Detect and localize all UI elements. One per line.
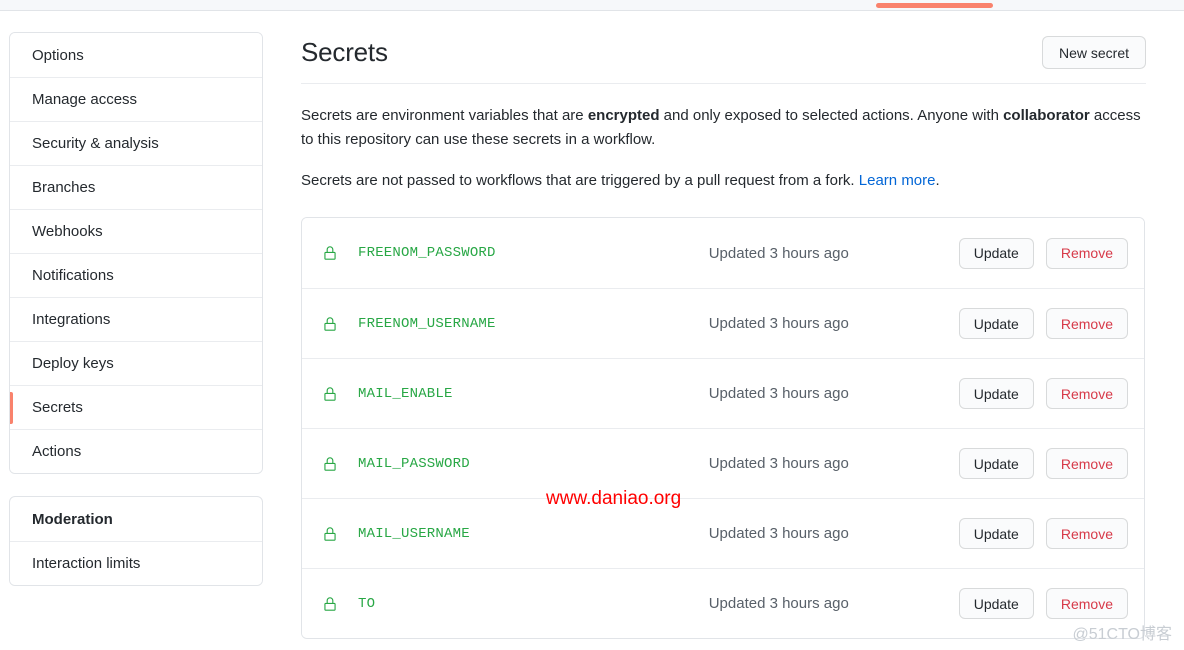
settings-sidebar: Options Manage access Security & analysis B…: [9, 32, 263, 586]
secret-updated-time: Updated 3 hours ago: [708, 244, 849, 262]
update-secret-button[interactable]: Update: [958, 448, 1034, 479]
remove-secret-button[interactable]: Remove: [1045, 308, 1128, 339]
update-secret-button[interactable]: Update: [958, 237, 1034, 269]
sidebar-item-label: Security & analysis: [32, 135, 159, 152]
lock-icon: [302, 244, 358, 262]
secret-name: TO: [358, 595, 376, 612]
lock-icon: [302, 385, 358, 403]
sidebar-item-integrations[interactable]: Integrations: [10, 297, 262, 341]
desc1-bold-collaborator: collaborator: [1003, 107, 1090, 124]
sidebar-item-interaction-limits[interactable]: Interaction limits: [10, 541, 262, 585]
secret-updated-time: Updated 3 hours ago: [708, 455, 849, 472]
secret-updated-time: Updated 3 hours ago: [708, 385, 849, 402]
sidebar-group-moderation: Moderation Interaction limits: [9, 496, 263, 586]
secret-row: MAIL_USERNAME Updated 3 hours ago Update Re…: [302, 498, 1144, 568]
lock-icon: [302, 455, 358, 473]
top-tab-strip: [0, 0, 1184, 11]
remove-secret-button[interactable]: Remove: [1045, 448, 1128, 479]
desc2-part2: .: [935, 172, 940, 189]
sidebar-item-label: Options: [32, 46, 84, 64]
desc1-part1: Secrets are environment variables that a…: [301, 107, 588, 124]
remove-secret-button[interactable]: Remove: [1045, 588, 1128, 619]
sidebar-item-label: Secrets: [32, 399, 83, 416]
secret-name: MAIL_PASSWORD: [358, 455, 470, 472]
header-divider: [301, 83, 1146, 84]
secret-row: MAIL_PASSWORD Updated 3 hours ago Update Re…: [302, 428, 1144, 498]
sidebar-item-manage-access[interactable]: Manage access: [10, 77, 262, 121]
secret-row: TO Updated 3 hours ago Update Remove: [302, 568, 1144, 638]
secret-row-actions: Update Remove: [958, 308, 1144, 339]
sidebar-group-primary: Options Manage access Security & analysis B…: [9, 32, 263, 474]
secret-row-actions: Update Remove: [958, 448, 1144, 479]
sidebar-item-deploy-keys[interactable]: Deploy keys: [10, 341, 262, 385]
secret-updated-time: Updated 3 hours ago: [708, 525, 849, 542]
secret-updated-time: Updated 3 hours ago: [708, 595, 849, 612]
sidebar-item-label: Branches: [32, 179, 96, 196]
page-title: Secrets: [301, 37, 388, 67]
secrets-description-2: Secrets are not passed to workflows that…: [301, 169, 1146, 193]
sidebar-item-secrets[interactable]: Secrets: [10, 385, 262, 429]
sidebar-item-label: Interaction limits: [32, 555, 141, 572]
sidebar-item-webhooks[interactable]: Webhooks: [10, 209, 262, 253]
secret-row-actions: Update Remove: [958, 237, 1144, 269]
desc1-bold-encrypted: encrypted: [587, 107, 660, 124]
secret-row: FREENOM_USERNAME Updated 3 hours ago Updat…: [302, 288, 1144, 358]
secret-name: FREENOM_USERNAME: [358, 315, 496, 332]
secret-name: MAIL_USERNAME: [358, 525, 470, 542]
secret-row-actions: Update Remove: [958, 378, 1144, 409]
sidebar-item-options[interactable]: Options: [10, 33, 262, 77]
secret-row: FREENOM_PASSWORD Updated 3 hours ago Updat…: [302, 218, 1144, 288]
active-tab-indicator: [876, 3, 993, 8]
update-secret-button[interactable]: Update: [958, 378, 1034, 409]
update-secret-button[interactable]: Update: [958, 588, 1034, 619]
sidebar-item-notifications[interactable]: Notifications: [10, 253, 262, 297]
lock-icon: [302, 525, 358, 543]
remove-secret-button[interactable]: Remove: [1045, 378, 1128, 409]
secret-name: MAIL_ENABLE: [358, 385, 453, 402]
secret-row-actions: Update Remove: [958, 518, 1144, 549]
sidebar-item-branches[interactable]: Branches: [10, 165, 262, 209]
sidebar-item-label: Deploy keys: [32, 355, 114, 372]
lock-icon: [302, 315, 358, 333]
sidebar-item-security-analysis[interactable]: Security & analysis: [10, 121, 262, 165]
remove-secret-button[interactable]: Remove: [1045, 518, 1128, 549]
sidebar-item-label: Manage access: [32, 91, 138, 108]
new-secret-button[interactable]: New secret: [1041, 36, 1146, 69]
desc2-part1: Secrets are not passed to workflows that…: [301, 172, 859, 189]
sidebar-item-label: Notifications: [32, 267, 114, 284]
learn-more-link[interactable]: Learn more: [859, 172, 936, 189]
sidebar-item-label: Webhooks: [32, 223, 103, 240]
sidebar-item-actions[interactable]: Actions: [10, 429, 262, 473]
update-secret-button[interactable]: Update: [958, 518, 1034, 549]
secrets-list: FREENOM_PASSWORD Updated 3 hours ago Updat…: [301, 217, 1145, 639]
sidebar-item-label: Integrations: [32, 311, 111, 328]
secret-name: FREENOM_PASSWORD: [358, 245, 496, 261]
update-secret-button[interactable]: Update: [958, 308, 1034, 339]
desc1-part2: and only exposed to selected actions. An…: [659, 107, 1004, 124]
sidebar-item-label: Actions: [32, 443, 82, 460]
remove-secret-button[interactable]: Remove: [1045, 237, 1128, 269]
secret-row: MAIL_ENABLE Updated 3 hours ago Update Remo…: [302, 358, 1144, 428]
main-content: Secrets New secret Secrets are environme…: [301, 32, 1146, 639]
sidebar-group-header: Moderation: [32, 510, 113, 528]
page-header: Secrets New secret: [301, 32, 1146, 82]
secret-row-actions: Update Remove: [958, 588, 1144, 619]
lock-icon: [302, 595, 358, 613]
secrets-settings-page: Options Manage access Security & analysis B…: [0, 0, 1184, 650]
secret-updated-time: Updated 3 hours ago: [708, 315, 849, 332]
secrets-description-1: Secrets are environment variables that a…: [301, 104, 1146, 152]
